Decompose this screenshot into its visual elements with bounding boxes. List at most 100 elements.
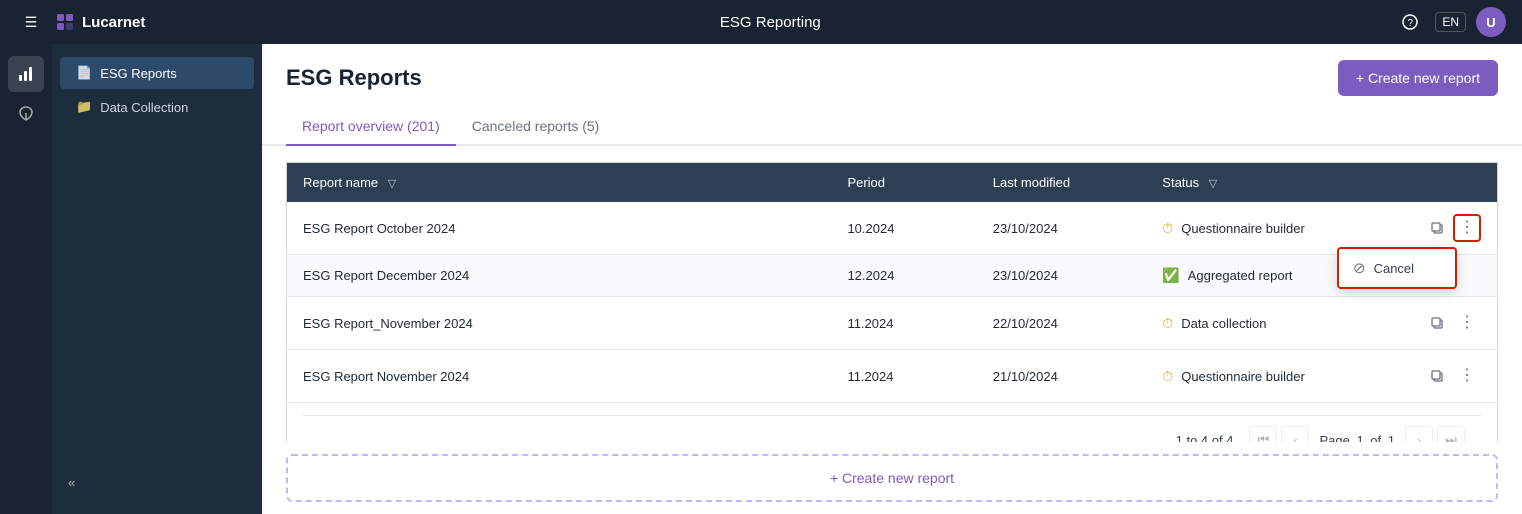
top-nav: ☰ Lucarnet ESG Reporting ? EN U <box>0 0 1522 44</box>
reports-table: Report name ▽ Period Last modified Statu… <box>286 162 1498 442</box>
table-row: ESG Report_November 2024 11.2024 22/10/2… <box>287 297 1498 350</box>
col-period: Period <box>831 163 976 203</box>
sidebar-item-esg-reports[interactable]: 📄 ESG Reports <box>60 57 254 89</box>
more-button-row4[interactable]: ⋮ <box>1453 362 1481 390</box>
logo-icon <box>56 13 74 31</box>
first-page-button[interactable]: ⏮ <box>1249 426 1277 442</box>
more-icon: ⋮ <box>1459 315 1475 331</box>
sidebar-item-data-collection[interactable]: 📁 Data Collection <box>60 91 254 123</box>
status-icon-green: ✅ <box>1162 267 1179 284</box>
data-collection-icon: 📁 <box>76 99 92 115</box>
avatar[interactable]: U <box>1476 7 1506 37</box>
app-logo: Lucarnet <box>56 13 145 31</box>
report-name-filter-icon[interactable]: ▽ <box>388 178 396 190</box>
more-button-row3[interactable]: ⋮ <box>1453 309 1481 337</box>
copy-button-row1[interactable] <box>1423 214 1451 242</box>
status-icon-orange: ⏱ <box>1162 315 1173 332</box>
hamburger-button[interactable]: ☰ <box>16 7 46 37</box>
sidebar-item-label-esg: ESG Reports <box>100 66 177 81</box>
next-page-button[interactable]: › <box>1405 426 1433 442</box>
icon-sidebar <box>0 44 52 514</box>
pagination-info: 1 to 4 of 4 <box>1176 433 1234 443</box>
last-modified-cell: 22/10/2024 <box>977 297 1147 350</box>
sidebar-item-label-dc: Data Collection <box>100 100 188 115</box>
sidebar-icon-chart[interactable] <box>8 56 44 92</box>
col-report-name: Report name ▽ <box>287 163 832 203</box>
status-label: Aggregated report <box>1188 268 1293 283</box>
leaf-icon <box>17 105 35 123</box>
col-status: Status ▽ <box>1146 163 1407 203</box>
page-title: ESG Reports <box>286 65 422 91</box>
table-row: ESG Report October 2024 10.2024 23/10/20… <box>287 202 1498 255</box>
help-icon: ? <box>1402 14 1418 30</box>
status-cell: ⏱ Data collection <box>1146 297 1407 350</box>
more-icon: ⋮ <box>1459 220 1475 236</box>
status-icon-orange: ⏱ <box>1162 368 1173 385</box>
tab-report-overview[interactable]: Report overview (201) <box>286 108 456 146</box>
prev-page-button[interactable]: ‹ <box>1281 426 1309 442</box>
report-name-cell: ESG Report November 2024 <box>287 350 832 403</box>
copy-icon <box>1430 316 1444 330</box>
copy-icon <box>1430 369 1444 383</box>
table-container: Report name ▽ Period Last modified Statu… <box>262 146 1522 442</box>
sidebar-icon-leaf[interactable] <box>8 96 44 132</box>
table-body: ESG Report October 2024 10.2024 23/10/20… <box>287 202 1498 442</box>
help-button[interactable]: ? <box>1395 7 1425 37</box>
period-cell: 11.2024 <box>831 350 976 403</box>
report-name-cell: ESG Report October 2024 <box>287 202 832 255</box>
col-actions <box>1407 163 1498 203</box>
context-menu: ⊘ Cancel <box>1337 247 1457 289</box>
status-icon-orange: ⏱ <box>1162 220 1173 237</box>
cancel-menu-item[interactable]: ⊘ Cancel <box>1339 249 1455 287</box>
actions-cell: ⊘ Cancel <box>1407 255 1498 297</box>
more-button-row1[interactable]: ⋮ <box>1453 214 1481 242</box>
row-actions: ⋮ <box>1423 214 1481 242</box>
nav-sidebar: 📄 ESG Reports 📁 Data Collection « <box>52 44 262 514</box>
period-cell: 12.2024 <box>831 255 976 297</box>
status-cell: ⏱ Questionnaire builder <box>1146 350 1407 403</box>
actions-cell: ⋮ <box>1407 350 1498 403</box>
status-label: Data collection <box>1181 316 1266 331</box>
copy-icon <box>1430 221 1444 235</box>
status-filter-icon[interactable]: ▽ <box>1209 178 1217 190</box>
esg-reports-icon: 📄 <box>76 65 92 81</box>
tab-bar: Report overview (201) Canceled reports (… <box>262 108 1522 146</box>
last-modified-cell: 23/10/2024 <box>977 202 1147 255</box>
language-button[interactable]: EN <box>1435 12 1466 32</box>
page-heading: ESG Reporting <box>720 14 821 31</box>
status-label: Questionnaire builder <box>1181 221 1305 236</box>
pagination-row: 1 to 4 of 4 ⏮ ‹ Page 1 of 1 › <box>287 403 1498 443</box>
table-row: ESG Report December 2024 12.2024 23/10/2… <box>287 255 1498 297</box>
pagination-cell: 1 to 4 of 4 ⏮ ‹ Page 1 of 1 › <box>287 403 1498 443</box>
bottom-create-button[interactable]: + Create new report <box>286 454 1498 502</box>
top-nav-right: ? EN U <box>1395 7 1506 37</box>
actions-cell: ⋮ <box>1407 297 1498 350</box>
top-nav-left: ☰ Lucarnet <box>16 7 145 37</box>
cancel-menu-icon: ⊘ <box>1353 259 1366 277</box>
create-report-button[interactable]: + Create new report <box>1338 60 1498 96</box>
report-name-cell: ESG Report_November 2024 <box>287 297 832 350</box>
app-name: Lucarnet <box>82 14 145 31</box>
table-row: ESG Report November 2024 11.2024 21/10/2… <box>287 350 1498 403</box>
chart-icon <box>17 65 35 83</box>
copy-button-row4[interactable] <box>1423 362 1451 390</box>
last-page-button[interactable]: ⏭ <box>1437 426 1465 442</box>
period-cell: 11.2024 <box>831 297 976 350</box>
main-content: ESG Reports + Create new report Report o… <box>262 44 1522 514</box>
collapse-sidebar-button[interactable]: « <box>68 475 75 490</box>
last-modified-cell: 23/10/2024 <box>977 255 1147 297</box>
last-modified-cell: 21/10/2024 <box>977 350 1147 403</box>
period-cell: 10.2024 <box>831 202 976 255</box>
tab-canceled-reports[interactable]: Canceled reports (5) <box>456 108 616 146</box>
col-last-modified: Last modified <box>977 163 1147 203</box>
row-actions: ⋮ <box>1423 309 1481 337</box>
pagination: 1 to 4 of 4 ⏮ ‹ Page 1 of 1 › <box>303 415 1481 442</box>
page-label: Page 1 of 1 <box>1319 433 1395 443</box>
status-label: Questionnaire builder <box>1181 369 1305 384</box>
copy-button-row3[interactable] <box>1423 309 1451 337</box>
app-body: 📄 ESG Reports 📁 Data Collection « ESG Re… <box>0 44 1522 514</box>
more-icon: ⋮ <box>1459 368 1475 384</box>
table-header: Report name ▽ Period Last modified Statu… <box>287 163 1498 203</box>
row-actions: ⋮ <box>1423 362 1481 390</box>
sidebar-footer: « <box>52 463 262 502</box>
